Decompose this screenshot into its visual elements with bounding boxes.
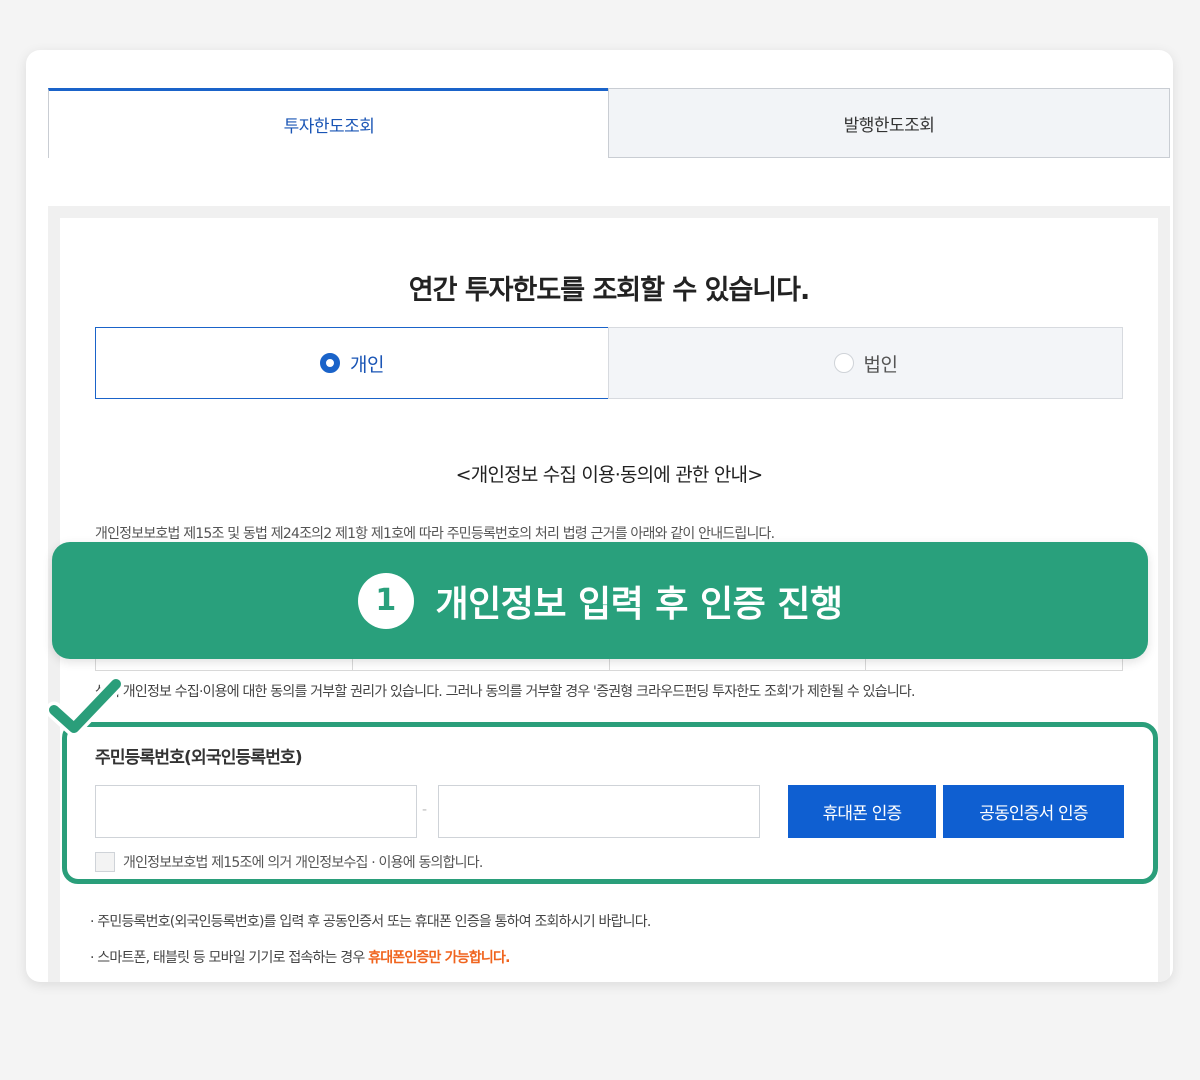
tab-label: 발행한도조회 (843, 115, 935, 136)
step-number-badge: 1 (357, 572, 414, 629)
radio-label: 개인 (350, 353, 384, 376)
radio-corporate[interactable]: 법인 (608, 327, 1123, 399)
mobile-notice-highlight: 휴대폰인증만 가능합니다. (368, 950, 510, 966)
tab-label: 투자한도조회 (283, 117, 375, 137)
highlight-frame (62, 722, 1158, 884)
notice-title: <개인정보 수집 이용·동의에 관한 안내> (455, 464, 763, 486)
checkmark-icon (46, 676, 124, 737)
radio-unselected-icon (833, 353, 854, 373)
guide-bullet-2: · 스마트폰, 태블릿 등 모바일 기기로 접속하는 경우 휴대폰인증만 가능합… (90, 947, 510, 967)
step-banner-text: 개인정보 입력 후 인증 진행 (435, 583, 843, 625)
guide-bullet-2-text: · 스마트폰, 태블릿 등 모바일 기기로 접속하는 경우 (90, 950, 369, 966)
tab-investment-limit[interactable]: 투자한도조회 (48, 88, 609, 158)
tab-issuance-limit[interactable]: 발행한도조회 (608, 88, 1170, 158)
radio-label: 법인 (863, 353, 898, 376)
step-banner: 1 개인정보 입력 후 인증 진행 (52, 542, 1148, 659)
guide-bullet-1: · 주민등록번호(외국인등록번호)를 입력 후 공동인증서 또는 휴대폰 인증을… (90, 914, 651, 930)
radio-selected-icon (320, 353, 341, 373)
radio-individual[interactable]: 개인 (95, 327, 609, 399)
rights-notice-text: 상기 개인정보 수집·이용에 대한 동의를 거부할 권리가 있습니다. 그러나 … (95, 684, 915, 700)
law-notice-text: 개인정보보호법 제15조 및 동법 제24조의2 제1항 제1호에 따라 주민등… (95, 526, 775, 542)
page-title: 연간 투자한도를 조회할 수 있습니다. (408, 275, 810, 306)
